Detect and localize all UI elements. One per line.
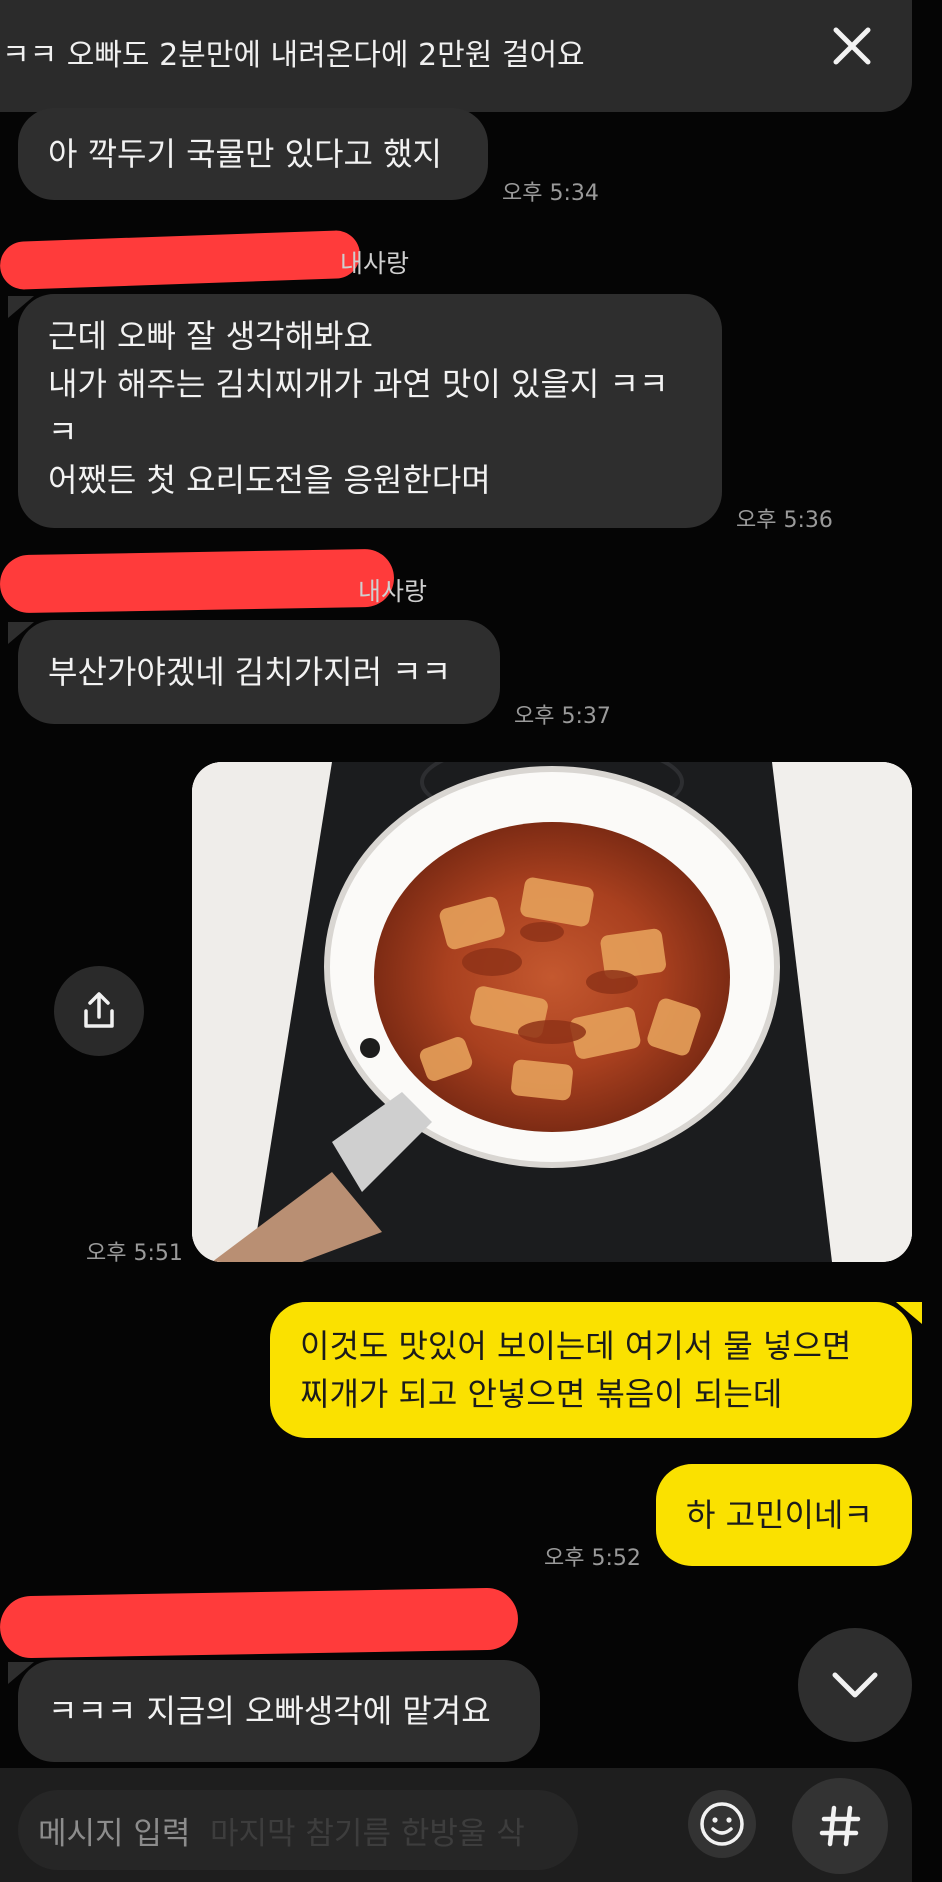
message-time: 오후 5:52 (544, 1546, 641, 1571)
message-line: 찌개가 되고 안넣으면 볶음이 되는데 (300, 1375, 783, 1413)
message-time: 오후 5:37 (514, 704, 611, 729)
notice-banner[interactable]: ㅋㅋ 오빠도 2분만에 내려온다에 2만원 걸어요 (0, 0, 912, 112)
redacted-name (0, 1587, 519, 1659)
scroll-down-button[interactable] (798, 1628, 912, 1742)
message-text: ㅋㅋㅋ 지금의 오빠생각에 맡겨요 (48, 1692, 491, 1730)
message-bubble[interactable]: 근데 오빠 잘 생각해봐요 내가 해주는 김치찌개가 과연 맛이 있을지 ㅋㅋ … (18, 294, 722, 528)
message-time: 오후 5:36 (736, 508, 833, 533)
input-placeholder: 메시지 입력 (38, 1816, 191, 1852)
my-message-bubble[interactable]: 하 고민이네ㅋ (656, 1464, 912, 1566)
message-line: ㅋ (48, 413, 78, 451)
message-line: 근데 오빠 잘 생각해봐요 (48, 317, 373, 355)
chevron-down-icon (832, 1672, 878, 1698)
message-input[interactable]: 메시지 입력 마지막 참기름 한방울 삭 (18, 1790, 578, 1870)
message-bubble[interactable]: 부산가야겠네 김치가지러 ㅋㅋ (18, 620, 500, 724)
emoji-icon[interactable] (688, 1790, 756, 1858)
message-time: 오후 5:34 (502, 181, 599, 206)
message-line: 내가 해주는 김치찌개가 과연 맛이 있을지 ㅋㅋ (48, 365, 669, 403)
hashtag-icon[interactable] (792, 1778, 888, 1874)
message-text: 부산가야겠네 김치가지러 ㅋㅋ (48, 653, 452, 691)
message-bubble[interactable]: 아 깍두기 국물만 있다고 했지 (18, 108, 488, 200)
notice-banner-text: ㅋㅋ 오빠도 2분만에 내려온다에 2만원 걸어요 (2, 38, 585, 73)
food-photo[interactable] (192, 762, 912, 1262)
message-line: 어쨌든 첫 요리도전을 응원한다며 (48, 461, 491, 499)
redacted-name (0, 229, 361, 291)
message-line: 이것도 맛있어 보이는데 여기서 물 넣으면 (300, 1327, 852, 1365)
message-text: 하 고민이네ㅋ (686, 1496, 873, 1534)
close-icon[interactable] (826, 20, 878, 72)
redacted-name (0, 548, 395, 614)
input-ghost-text: 마지막 참기름 한방울 삭 (210, 1816, 525, 1852)
share-icon[interactable] (54, 966, 144, 1056)
message-bubble[interactable]: ㅋㅋㅋ 지금의 오빠생각에 맡겨요 (18, 1660, 540, 1762)
my-message-bubble[interactable]: 이것도 맛있어 보이는데 여기서 물 넣으면 찌개가 되고 안넣으면 볶음이 되… (270, 1302, 912, 1438)
sender-name: 내사랑 (358, 577, 428, 606)
sender-name: 내사랑 (340, 249, 410, 278)
message-time: 오후 5:51 (86, 1241, 183, 1266)
message-text: 아 깍두기 국물만 있다고 했지 (48, 135, 442, 173)
message-input-bar: 메시지 입력 마지막 참기름 한방울 삭 (0, 1768, 912, 1882)
